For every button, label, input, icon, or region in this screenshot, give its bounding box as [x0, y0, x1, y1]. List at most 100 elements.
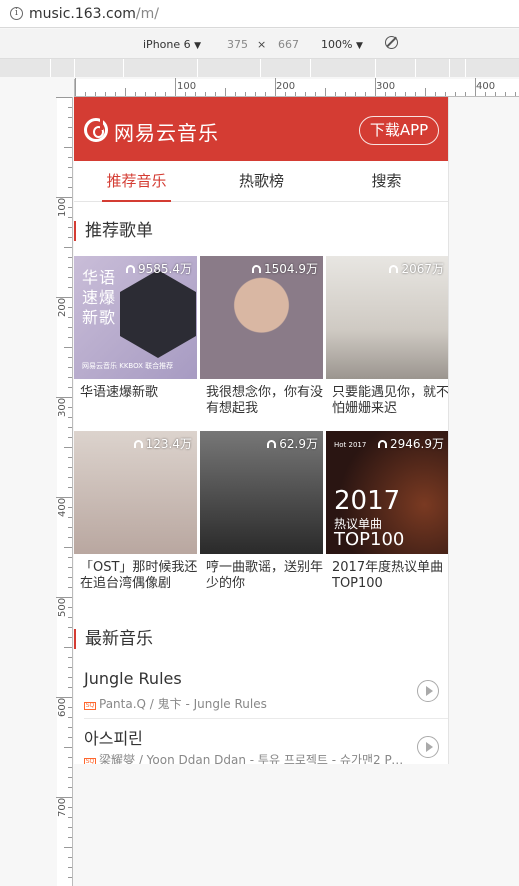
chevron-down-icon: ▼ — [355, 41, 363, 51]
song-item[interactable]: 아스피린 SQ 梁耀燮 / Yoon Ddan Ddan - 투유 프로젝트 - … — [84, 719, 448, 764]
playlist-caption[interactable]: 只要能遇见你，就不怕姗姗来迟 — [332, 385, 448, 417]
ruler-tick — [68, 627, 72, 628]
ruler-tick — [335, 92, 336, 96]
playlist-caption[interactable]: 我很想念你，你有没有想起我 — [206, 385, 324, 417]
phone-viewport: 网易云音乐 下载APP 推荐音乐 热歌榜 搜索 推荐歌单 华语 速爆 新歌 网易云音… — [74, 97, 449, 764]
ruler-tick — [285, 92, 286, 96]
playlist-card[interactable]: 62.9万 哼一曲歌谣，送别年少的你 — [200, 431, 323, 592]
tab-recommend[interactable]: 推荐音乐 — [74, 161, 199, 202]
rotate-icon[interactable] — [385, 36, 398, 49]
tab-label: 热歌榜 — [238, 172, 284, 190]
ruler-label: 100 — [177, 81, 197, 92]
play-icon[interactable] — [417, 680, 439, 702]
song-meta: SQ Panta.Q / 鬼卞 - Jungle Rules — [84, 697, 267, 711]
tab-hot-songs[interactable]: 热歌榜 — [199, 161, 324, 202]
ruler-tick — [68, 807, 72, 808]
playlist-card[interactable]: 123.4万 「OST」那时候我还在追台湾偶像剧 — [74, 431, 197, 592]
info-icon[interactable]: i — [10, 7, 23, 20]
ruler-tick — [68, 287, 72, 288]
ruler-tick — [68, 467, 72, 468]
cover-top-label: TOP100 — [334, 529, 405, 550]
ruler-tick — [56, 697, 72, 698]
tab-search[interactable]: 搜索 — [324, 161, 448, 202]
playlist-card[interactable]: Hot 2017 2017 热议单曲 TOP100 2946.9万 2017年度… — [326, 431, 448, 592]
playlist-card[interactable]: 1504.9万 我很想念你，你有没有想起我 — [200, 256, 323, 417]
ruler-tick — [68, 277, 72, 278]
ruler-tick — [68, 587, 72, 588]
vertical-ruler: 100 200 300 400 500 600 700 — [56, 97, 73, 886]
ruler-tick — [325, 88, 326, 96]
url-text[interactable]: music.163.com/m/ — [29, 6, 159, 22]
ruler-tick — [64, 147, 72, 148]
play-count: 9585.4万 — [126, 260, 192, 277]
ruler-label: 400 — [57, 497, 68, 517]
ruler-tick — [64, 647, 72, 648]
ruler-tick — [68, 317, 72, 318]
play-count: 2946.9万 — [378, 435, 444, 452]
netease-music-logo-icon[interactable] — [84, 116, 108, 142]
ruler-tick — [56, 497, 72, 498]
song-name: 아스피린 — [84, 729, 143, 748]
playlist-card[interactable]: 华语 速爆 新歌 网易云音乐 KKBOX 联合推荐 9585.4万 华语速爆新歌 — [74, 256, 197, 417]
ruler-tick — [68, 557, 72, 558]
playlist-cover[interactable]: 2067万 — [326, 256, 448, 379]
ruler-tick — [275, 78, 276, 96]
ruler-label: 500 — [57, 597, 68, 617]
ruler-tick — [68, 617, 72, 618]
ruler-tick — [305, 92, 306, 96]
play-icon[interactable] — [417, 736, 439, 758]
device-toolbar: iPhone 6 ▼ 375 × 667 100% ▼ — [0, 29, 519, 59]
ruler-tick — [68, 637, 72, 638]
playlist-card[interactable]: 2067万 只要能遇见你，就不怕姗姗来迟 — [326, 256, 448, 417]
download-app-button[interactable]: 下载APP — [359, 116, 439, 145]
ruler-tick — [68, 707, 72, 708]
ruler-tick — [68, 367, 72, 368]
ruler-tick — [64, 347, 72, 348]
ruler-tick — [68, 417, 72, 418]
ruler-label: 300 — [376, 81, 396, 92]
ruler-tick — [56, 297, 72, 298]
ruler-tick — [515, 92, 516, 96]
logo-text[interactable]: 网易云音乐 — [114, 117, 219, 146]
playlist-cover[interactable]: Hot 2017 2017 热议单曲 TOP100 2946.9万 — [326, 431, 448, 554]
playlist-cover[interactable]: 1504.9万 — [200, 256, 323, 379]
ruler-tick — [105, 92, 106, 96]
device-select[interactable]: iPhone 6 ▼ — [143, 38, 201, 51]
ruler-tick — [68, 157, 72, 158]
ruler-tick — [255, 92, 256, 96]
ruler-label: 300 — [57, 397, 68, 417]
ruler-tick — [68, 517, 72, 518]
ruler-tick — [225, 88, 226, 96]
song-name: Jungle Rules — [84, 669, 182, 688]
playlist-caption[interactable]: 「OST」那时候我还在追台湾偶像剧 — [80, 560, 198, 592]
ruler-tick — [145, 92, 146, 96]
playlist-cover[interactable]: 62.9万 — [200, 431, 323, 554]
ruler-tick — [345, 92, 346, 96]
ruler-tick — [68, 577, 72, 578]
ruler-tick — [68, 527, 72, 528]
playlist-caption[interactable]: 华语速爆新歌 — [80, 385, 198, 417]
song-item[interactable]: Jungle Rules SQ Panta.Q / 鬼卞 - Jungle Rul… — [84, 663, 448, 719]
playlist-caption[interactable]: 哼一曲歌谣，送别年少的你 — [206, 560, 324, 592]
playlist-caption[interactable]: 2017年度热议单曲TOP100 — [332, 560, 448, 592]
ruler-label: 400 — [476, 81, 496, 92]
playlist-cover[interactable]: 华语 速爆 新歌 网易云音乐 KKBOX 联合推荐 9585.4万 — [74, 256, 197, 379]
ruler-tick — [315, 92, 316, 96]
ruler-tick — [68, 217, 72, 218]
ruler-label: 200 — [57, 297, 68, 317]
ruler-tick — [68, 657, 72, 658]
height-field[interactable]: 667 — [278, 38, 299, 51]
zoom-select[interactable]: 100% ▼ — [321, 38, 363, 51]
ruler-tick — [64, 447, 72, 448]
ruler-label: 100 — [57, 197, 68, 217]
playlist-cover[interactable]: 123.4万 — [74, 431, 197, 554]
ruler-tick — [205, 92, 206, 96]
ruler-tick — [68, 177, 72, 178]
address-bar[interactable]: i music.163.com/m/ — [0, 0, 519, 28]
width-field[interactable]: 375 — [227, 38, 248, 51]
media-query-bar[interactable] — [0, 59, 519, 77]
sq-badge: SQ — [84, 702, 96, 710]
ruler-tick — [505, 92, 506, 96]
headphones-icon — [378, 440, 387, 448]
ruler-tick — [56, 97, 72, 98]
